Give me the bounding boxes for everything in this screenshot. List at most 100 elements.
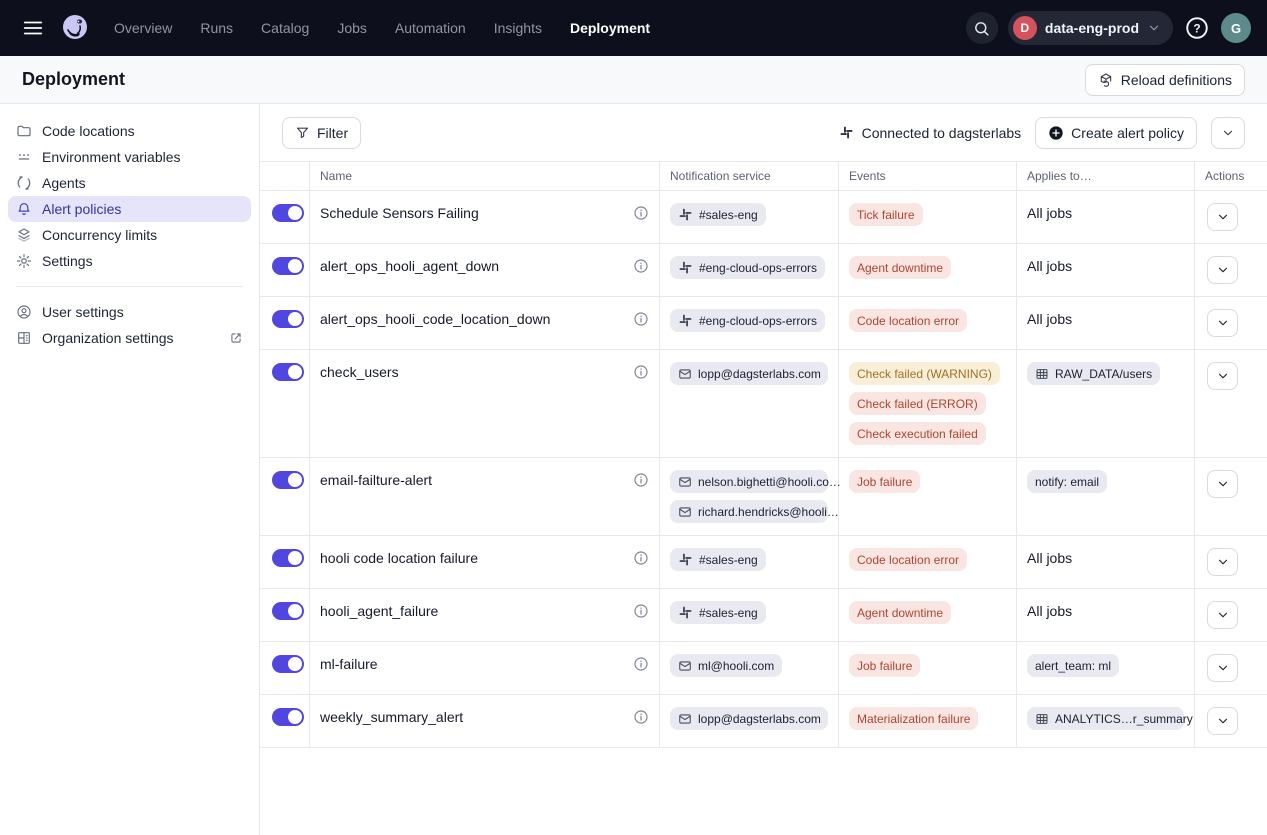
help-icon[interactable]: ? — [1183, 14, 1211, 42]
user-avatar[interactable]: G — [1221, 13, 1251, 43]
deployment-badge: D — [1013, 16, 1037, 40]
policy-name: Schedule Sensors Failing — [320, 205, 479, 221]
row-actions-button[interactable] — [1207, 309, 1238, 337]
email-notification-tag: ml@hooli.com — [670, 654, 782, 677]
sidebar-item-concurrency-limits[interactable]: Concurrency limits — [8, 222, 251, 248]
slack-notification-tag: #eng-cloud-ops-errors — [670, 309, 825, 332]
info-icon[interactable] — [633, 709, 649, 725]
email-icon — [678, 367, 692, 381]
policy-name-cell: alert_ops_hooli_agent_down — [310, 244, 660, 296]
nav-item-runs[interactable]: Runs — [200, 20, 233, 36]
info-icon[interactable] — [633, 364, 649, 380]
alert-policies-table: NameNotification serviceEventsApplies to… — [260, 161, 1267, 835]
policy-enabled-toggle[interactable] — [272, 204, 304, 222]
applies-to-cell: ANALYTICS…r_summary — [1017, 695, 1195, 747]
chevron-down-icon — [1221, 126, 1235, 140]
toggle-knob — [288, 473, 302, 487]
nav-item-jobs[interactable]: Jobs — [337, 20, 367, 36]
email-icon — [678, 475, 692, 489]
sidebar-item-label: Environment variables — [42, 149, 181, 165]
info-icon[interactable] — [633, 205, 649, 221]
events-cell: Agent downtime — [839, 589, 1017, 641]
column-header-label: Notification service — [670, 169, 771, 183]
sidebar-item-organization-settings[interactable]: Organization settings — [8, 325, 251, 351]
slack-icon — [678, 260, 693, 275]
actions-cell — [1195, 191, 1267, 243]
top-nav: Overview Runs Catalog Jobs Automation Insight… — [0, 0, 1267, 56]
row-actions-button[interactable] — [1207, 707, 1238, 735]
info-icon[interactable] — [633, 311, 649, 327]
policy-name: alert_ops_hooli_code_location_down — [320, 311, 550, 327]
policy-enabled-toggle[interactable] — [272, 257, 304, 275]
email-icon — [678, 505, 692, 519]
row-actions-button[interactable] — [1207, 470, 1238, 498]
sidebar-item-user-settings[interactable]: User settings — [8, 299, 251, 325]
info-icon[interactable] — [633, 656, 649, 672]
column-header-label: Events — [849, 169, 886, 183]
slack-notification-tag: #sales-eng — [670, 203, 766, 226]
event-tag: Code location error — [849, 309, 967, 332]
policy-enabled-toggle[interactable] — [272, 655, 304, 673]
filter-button[interactable]: Filter — [282, 117, 361, 149]
sidebar-item-agents[interactable]: Agents — [8, 170, 251, 196]
search-icon[interactable] — [966, 12, 998, 44]
info-icon[interactable] — [633, 472, 649, 488]
alert-policy-row: alert_ops_hooli_code_location_down #eng-c… — [260, 297, 1267, 350]
sidebar-item-label: User settings — [42, 304, 243, 320]
info-icon[interactable] — [633, 603, 649, 619]
policy-enabled-toggle[interactable] — [272, 602, 304, 620]
reload-definitions-button[interactable]: Reload definitions — [1085, 64, 1245, 96]
column-header-notification-service: Notification service — [660, 162, 839, 190]
slack-icon — [678, 605, 693, 620]
tag-pill: alert_team: ml — [1027, 654, 1119, 677]
nav-item-automation[interactable]: Automation — [395, 20, 466, 36]
table-header-row: NameNotification serviceEventsApplies to… — [260, 162, 1267, 191]
actions-cell — [1195, 350, 1267, 457]
toggle-knob — [288, 365, 302, 379]
nav-item-insights[interactable]: Insights — [494, 20, 542, 36]
dagster-logo[interactable] — [58, 11, 92, 45]
row-actions-button[interactable] — [1207, 601, 1238, 629]
policy-enabled-toggle[interactable] — [272, 471, 304, 489]
row-actions-button[interactable] — [1207, 548, 1238, 576]
policy-name: check_users — [320, 364, 399, 380]
applies-to-label: alert_team: ml — [1035, 659, 1111, 673]
policy-name-cell: hooli code location failure — [310, 536, 660, 588]
notification-service-cell: lopp@dagsterlabs.com — [660, 350, 839, 457]
nav-item-deployment[interactable]: Deployment — [570, 20, 650, 36]
alert-policy-row: check_userslopp@dagsterlabs.comCheck fai… — [260, 350, 1267, 458]
notification-label: #eng-cloud-ops-errors — [699, 314, 817, 328]
notification-service-cell: ml@hooli.com — [660, 642, 839, 694]
sidebar-item-alert-policies[interactable]: Alert policies — [8, 196, 251, 222]
row-actions-button[interactable] — [1207, 362, 1238, 390]
nav-item-overview[interactable]: Overview — [114, 20, 172, 36]
nav-item-catalog[interactable]: Catalog — [261, 20, 309, 36]
applies-to-label: ANALYTICS…r_summary — [1055, 712, 1193, 726]
sidebar-item-settings[interactable]: Settings — [8, 248, 251, 274]
row-actions-button[interactable] — [1207, 203, 1238, 231]
more-actions-button[interactable] — [1211, 117, 1245, 149]
event-tag: Job failure — [849, 654, 920, 677]
actions-cell — [1195, 297, 1267, 349]
policy-enabled-toggle[interactable] — [272, 708, 304, 726]
sidebar-item-code-locations[interactable]: Code locations — [8, 118, 251, 144]
hamburger-menu-icon[interactable] — [16, 11, 50, 45]
policy-enabled-toggle[interactable] — [272, 363, 304, 381]
policy-enabled-toggle[interactable] — [272, 310, 304, 328]
chevron-down-icon — [1216, 369, 1230, 383]
tag-pill: notify: email — [1027, 470, 1107, 493]
create-alert-policy-button[interactable]: Create alert policy — [1035, 117, 1197, 149]
event-tag: Materialization failure — [849, 707, 978, 730]
applies-to-label: RAW_DATA/users — [1055, 367, 1152, 381]
row-actions-button[interactable] — [1207, 654, 1238, 682]
info-icon[interactable] — [633, 550, 649, 566]
row-actions-button[interactable] — [1207, 256, 1238, 284]
sidebar-item-environment-variables[interactable]: Environment variables — [8, 144, 251, 170]
notification-service-cell: nelson.bighetti@hooli.co…richard.hendric… — [660, 458, 839, 535]
deployment-switcher[interactable]: D data-eng-prod — [1008, 11, 1173, 45]
alert-policy-row: hooli code location failure#sales-engCod… — [260, 536, 1267, 589]
info-icon[interactable] — [633, 258, 649, 274]
policy-name-cell: email-failture-alert — [310, 458, 660, 535]
toggle-knob — [288, 312, 302, 326]
policy-enabled-toggle[interactable] — [272, 549, 304, 567]
